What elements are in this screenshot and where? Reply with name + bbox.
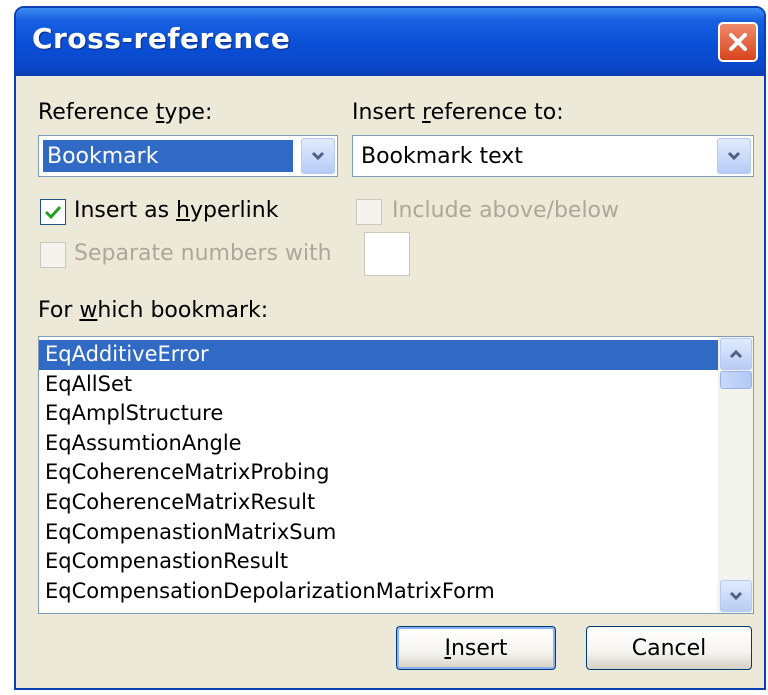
scroll-up-button[interactable] — [720, 338, 752, 370]
list-item[interactable]: EqCompenastionMatrixSum — [39, 518, 753, 548]
close-button[interactable] — [718, 22, 758, 62]
separator-input[interactable] — [364, 232, 410, 276]
list-item[interactable]: EqCompenastionResult — [39, 547, 753, 577]
include-above-below-label: Include above/below — [392, 198, 620, 223]
list-item[interactable]: EqCoherenceMatrixProbing — [39, 458, 753, 488]
reference-type-dropdown-button[interactable] — [301, 138, 335, 174]
insert-reference-to-dropdown-button[interactable] — [717, 138, 751, 174]
chevron-up-icon — [729, 349, 743, 359]
reference-type-value: Bookmark — [43, 140, 293, 172]
separate-numbers-checkbox[interactable] — [40, 242, 66, 268]
scroll-thumb[interactable] — [720, 371, 752, 389]
insert-reference-to-value: Bookmark text — [361, 143, 523, 169]
list-item[interactable]: EqCompensationDepolarizationMatrixForm — [39, 577, 753, 607]
reference-type-select[interactable]: Bookmark — [38, 135, 338, 177]
bookmark-items: EqAdditiveError EqAllSet EqAmplStructure… — [39, 337, 753, 606]
include-above-below-checkbox[interactable] — [356, 199, 382, 225]
list-item[interactable]: EqAllSet — [39, 370, 753, 400]
separate-numbers-label: Separate numbers with — [74, 241, 332, 266]
insert-hyperlink-checkbox[interactable] — [40, 199, 66, 225]
insert-reference-to-select[interactable]: Bookmark text — [352, 135, 754, 177]
vertical-scrollbar[interactable] — [718, 337, 753, 613]
checkmark-icon — [44, 205, 62, 220]
cancel-button[interactable]: Cancel — [586, 626, 752, 670]
list-item[interactable]: EqAmplStructure — [39, 399, 753, 429]
close-icon — [729, 33, 747, 51]
chevron-down-icon — [729, 591, 743, 601]
scroll-down-button[interactable] — [720, 580, 752, 612]
cross-reference-dialog: Cross-reference Reference type: Bookmark… — [14, 6, 766, 690]
bookmark-list-label: For which bookmark: — [38, 298, 269, 323]
reference-type-label: Reference type: — [38, 100, 213, 125]
insert-hyperlink-label[interactable]: Insert as hyperlink — [74, 198, 278, 223]
list-item[interactable]: EqAssumtionAngle — [39, 429, 753, 459]
bookmark-listbox[interactable]: EqAdditiveError EqAllSet EqAmplStructure… — [38, 336, 754, 614]
chevron-down-icon — [311, 151, 325, 161]
insert-reference-to-label: Insert reference to: — [352, 100, 564, 125]
insert-button[interactable]: Insert — [396, 626, 556, 670]
list-item[interactable]: EqCoherenceMatrixResult — [39, 488, 753, 518]
chevron-down-icon — [727, 151, 741, 161]
dialog-title: Cross-reference — [32, 22, 291, 55]
title-bar[interactable]: Cross-reference — [16, 8, 764, 76]
list-item[interactable]: EqAdditiveError — [39, 340, 719, 370]
